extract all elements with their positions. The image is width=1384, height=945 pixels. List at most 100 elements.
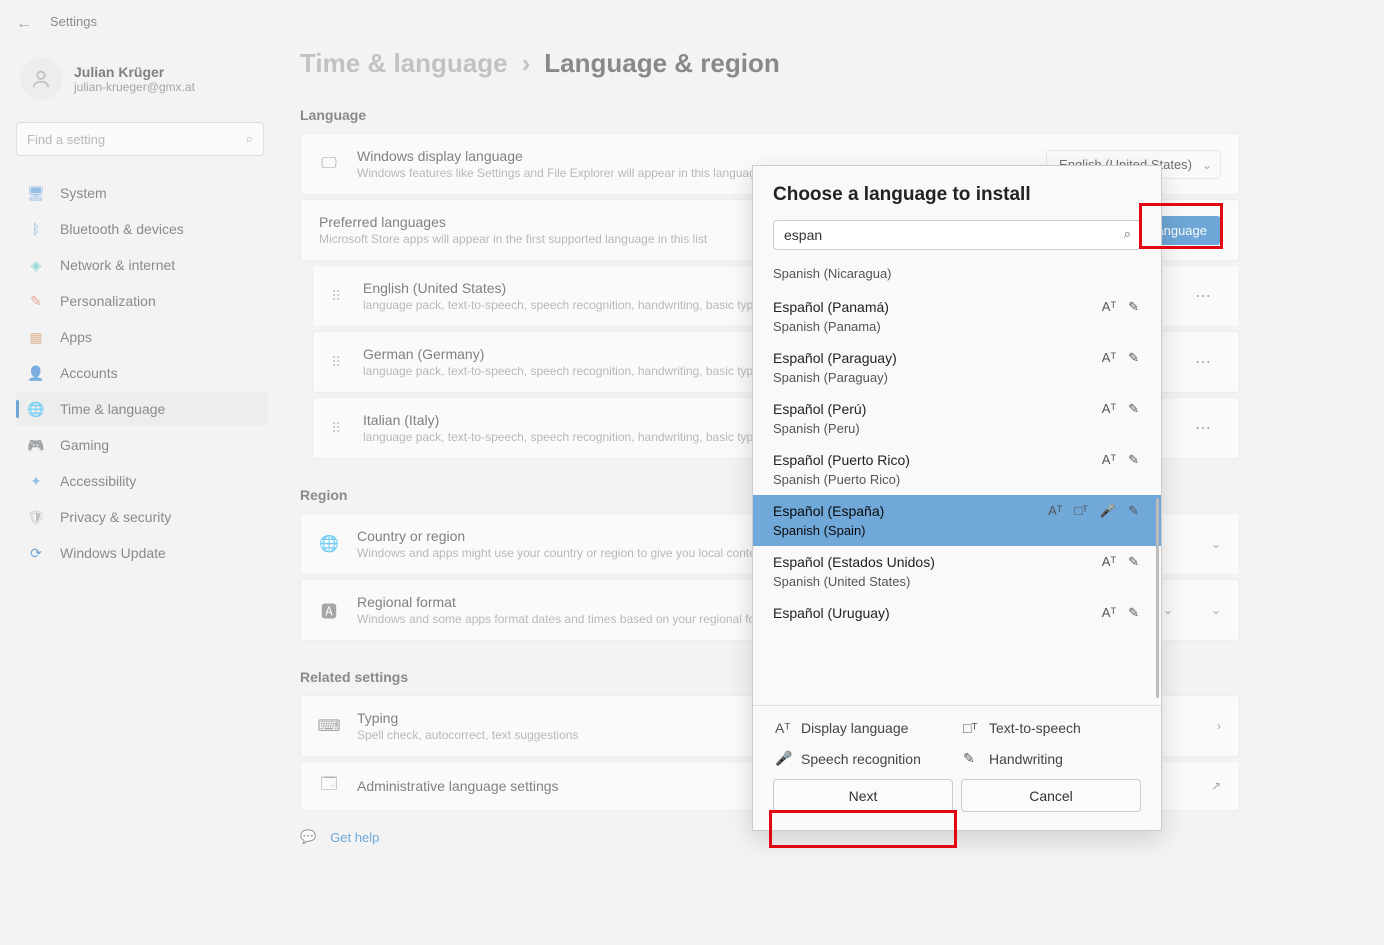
sidebar-item-bluetooth-devices[interactable]: ᛒ Bluetooth & devices: [16, 212, 268, 246]
sidebar-item-network-internet[interactable]: ◈ Network & internet: [16, 248, 268, 282]
lang-secondary: Spanish (Peru): [773, 421, 1141, 436]
lang-feature-icon: ✎: [1128, 350, 1139, 366]
lang-feature-icon: 🎤: [1100, 503, 1116, 519]
chevron-down-icon[interactable]: ⌄: [1211, 537, 1221, 551]
legend: AᵀDisplay language □ᵀText-to-speech 🎤Spe…: [753, 705, 1161, 779]
lang-secondary: Spanish (Panama): [773, 319, 1141, 334]
language-option[interactable]: Español (Estados Unidos) Spanish (United…: [753, 546, 1161, 597]
nav-icon: 👤: [28, 365, 44, 381]
nav-icon: ✦: [28, 473, 44, 489]
nav-icon: ᛒ: [28, 221, 44, 237]
back-button[interactable]: ←: [16, 15, 30, 29]
lang-feature-icon: Aᵀ: [1102, 299, 1116, 315]
chevron-right-icon: ›: [1217, 719, 1221, 733]
admin-icon: 🗔: [319, 776, 339, 796]
breadcrumb-current: Language & region: [544, 48, 779, 79]
profile-name: Julian Krüger: [74, 64, 195, 80]
lang-secondary: Spanish (Nicaragua): [773, 266, 1141, 281]
lang-primary: Español (Uruguay): [773, 605, 1141, 621]
nav-icon: ◈: [28, 257, 44, 273]
handwriting-icon: ✎: [963, 750, 979, 767]
search-placeholder: Find a setting: [27, 132, 105, 147]
lang-feature-icon: ✎: [1128, 401, 1139, 417]
text-to-speech-icon: □ᵀ: [963, 720, 979, 736]
nav-label: Privacy & security: [60, 509, 171, 525]
external-link-icon: ↗: [1211, 779, 1221, 793]
lang-feature-icon: ✎: [1128, 299, 1139, 315]
lang-secondary: Spanish (Puerto Rico): [773, 472, 1141, 487]
sidebar-item-windows-update[interactable]: ⟳Windows Update: [16, 536, 268, 570]
format-icon: 🅰: [319, 600, 339, 620]
lang-secondary: Spanish (Paraguay): [773, 370, 1141, 385]
keyboard-icon: ⌨: [319, 716, 339, 736]
lang-feature-icon: ✎: [1128, 554, 1139, 570]
highlight-next: [769, 810, 957, 848]
chevron-down-icon[interactable]: ⌄: [1211, 603, 1221, 617]
chevron-down-icon[interactable]: ⌄: [1163, 603, 1173, 617]
nav-label: Apps: [60, 329, 92, 345]
sidebar-item-time-language[interactable]: 🌐Time & language: [16, 392, 268, 426]
drag-handle-icon[interactable]: ⠿: [331, 288, 345, 305]
lang-feature-icon: Aᵀ: [1102, 605, 1116, 621]
language-option[interactable]: Spanish (Nicaragua): [753, 258, 1161, 291]
breadcrumb-sep: ›: [522, 48, 531, 79]
globe-icon: 🌐: [319, 534, 339, 554]
more-button[interactable]: ⋯: [1185, 414, 1221, 442]
search-icon: ⌕: [246, 131, 253, 147]
language-option[interactable]: Español (Paraguay) Spanish (Paraguay) Aᵀ…: [753, 342, 1161, 393]
lang-feature-icon: Aᵀ: [1102, 350, 1116, 366]
sidebar-item-privacy-security[interactable]: 🛡 Privacy & security: [16, 500, 268, 534]
more-button[interactable]: ⋯: [1185, 348, 1221, 376]
sidebar-item-gaming[interactable]: 🎮 Gaming: [16, 428, 268, 462]
sidebar-item-system[interactable]: 🖥System: [16, 176, 268, 210]
legend-display: AᵀDisplay language: [775, 720, 951, 736]
language-option[interactable]: Español (Panamá) Spanish (Panama) Aᵀ ✎: [753, 291, 1161, 342]
section-language: Language: [300, 107, 1240, 123]
more-button[interactable]: ⋯: [1185, 282, 1221, 310]
nav-label: Accessibility: [60, 473, 136, 489]
nav-icon: ✎: [28, 293, 44, 309]
lang-secondary: Spanish (Spain): [773, 523, 1141, 538]
language-list[interactable]: Spanish (Nicaragua) Español (Panamá) Spa…: [753, 258, 1161, 703]
avatar: [20, 58, 62, 100]
search-input[interactable]: Find a setting ⌕: [16, 122, 264, 156]
nav-label: Personalization: [60, 293, 156, 309]
lang-feature-icon: Aᵀ: [1102, 554, 1116, 570]
language-option[interactable]: Español (España) Spanish (Spain) Aᵀ□ᵀ🎤✎: [753, 495, 1161, 546]
profile-email: julian-krueger@gmx.at: [74, 80, 195, 94]
scrollbar[interactable]: [1156, 498, 1159, 698]
profile-block[interactable]: Julian Krüger julian-krueger@gmx.at: [16, 52, 268, 114]
next-button[interactable]: Next: [773, 779, 953, 812]
nav-label: Bluetooth & devices: [60, 221, 184, 237]
lang-primary: Español (Estados Unidos): [773, 554, 1141, 570]
sidebar-item-apps[interactable]: ▦Apps: [16, 320, 268, 354]
legend-handwriting: ✎Handwriting: [963, 750, 1139, 767]
sidebar-item-accessibility[interactable]: ✦ Accessibility: [16, 464, 268, 498]
display-lang-title: Windows display language: [357, 148, 1028, 164]
language-option[interactable]: Español (Uruguay) Aᵀ✎: [753, 597, 1161, 629]
drag-handle-icon[interactable]: ⠿: [331, 354, 345, 371]
modal-title: Choose a language to install: [753, 166, 1161, 220]
lang-primary: Español (Paraguay): [773, 350, 1141, 366]
sidebar-item-accounts[interactable]: 👤Accounts: [16, 356, 268, 390]
language-search-input[interactable]: [773, 220, 1141, 250]
display-language-icon: Aᵀ: [775, 720, 791, 736]
lang-secondary: Spanish (United States): [773, 574, 1141, 589]
sidebar: Julian Krüger julian-krueger@gmx.at Find…: [16, 52, 268, 570]
cancel-button[interactable]: Cancel: [961, 779, 1141, 812]
breadcrumb-parent[interactable]: Time & language: [300, 48, 508, 79]
nav-icon: 🖥: [28, 185, 44, 201]
nav-label: Network & internet: [60, 257, 175, 273]
language-option[interactable]: Español (Perú) Spanish (Peru) Aᵀ✎: [753, 393, 1161, 444]
display-icon: 🖵: [319, 154, 339, 174]
lang-feature-icon: ✎: [1128, 452, 1139, 468]
language-option[interactable]: Español (Puerto Rico) Spanish (Puerto Ri…: [753, 444, 1161, 495]
nav-icon: 🛡: [28, 509, 44, 525]
nav-icon: 🎮: [28, 437, 44, 453]
lang-primary: Español (Panamá): [773, 299, 1141, 315]
lang-feature-icon: Aᵀ: [1102, 452, 1116, 468]
nav-icon: 🌐: [28, 401, 44, 417]
sidebar-item-personalization[interactable]: ✎ Personalization: [16, 284, 268, 318]
drag-handle-icon[interactable]: ⠿: [331, 420, 345, 437]
nav-label: Gaming: [60, 437, 109, 453]
